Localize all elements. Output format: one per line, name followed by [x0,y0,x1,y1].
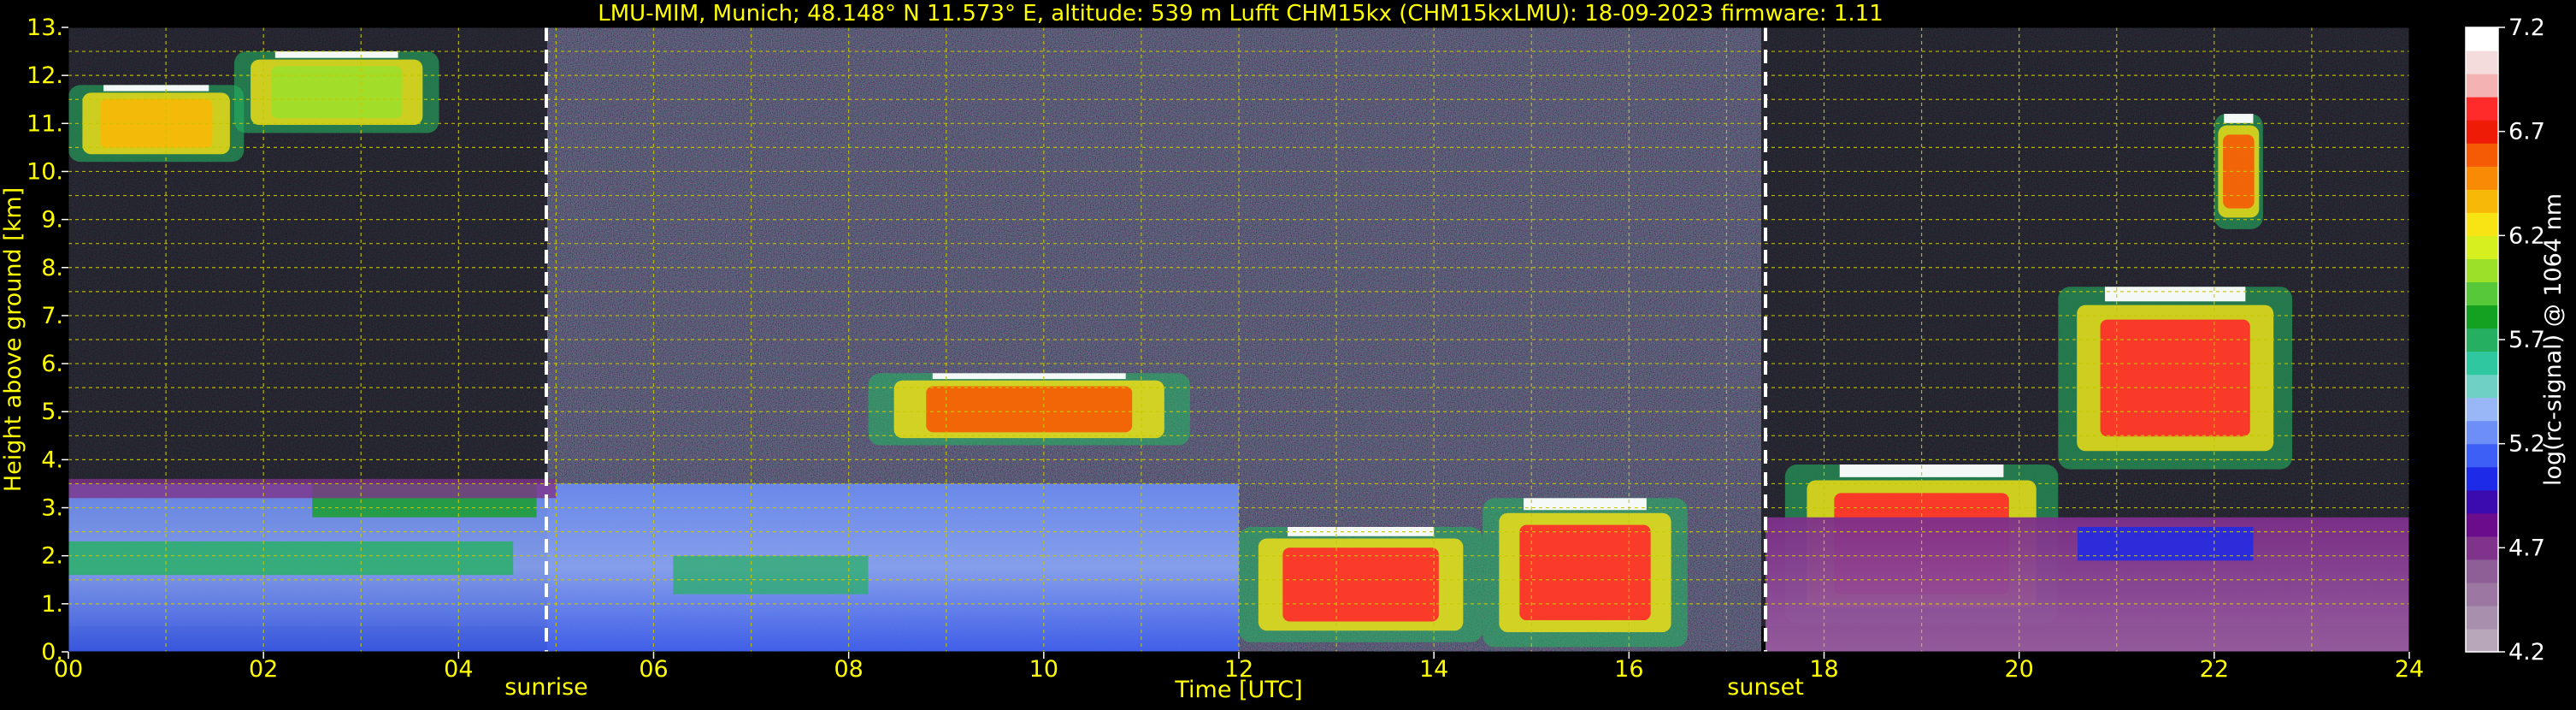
colorbar-segment [2466,351,2498,376]
y-tick-label: 12. [27,62,63,89]
cirrus-feature [233,51,439,133]
colorbar-tick-label: 4.2 [2508,639,2545,666]
ceilometer-chart: LMU-MIM, Munich; 48.148° N 11.573° E, al… [0,0,2576,707]
colorbar-segment [2466,628,2498,653]
chart-svg: LMU-MIM, Munich; 48.148° N 11.573° E, al… [0,1,2567,703]
colorbar-segment [2466,397,2498,422]
colorbar-segment [2466,443,2498,468]
x-tick-label: 16 [1614,656,1643,683]
y-tick-label: 1. [41,591,63,618]
y-tick-label: 11. [27,110,63,137]
colorbar-tick-label: 6.7 [2508,119,2545,145]
x-tick-label: 24 [2395,656,2424,683]
y-tick-label: 0. [41,639,63,666]
x-tick-label: 06 [639,656,668,683]
colorbar-segment [2466,143,2498,167]
colorbar-segment [2466,166,2498,190]
colorbar-segment [2466,374,2498,399]
colorbar-tick-label: 4.7 [2508,535,2545,561]
y-tick-label: 7. [41,303,63,329]
colorbar-segment [2466,466,2498,491]
colorbar-segment [2466,27,2498,51]
colorbar-segment [2466,420,2498,445]
cirrus-feature [68,85,245,163]
y-tick-label: 13. [27,15,63,41]
colorbar-segment [2466,74,2498,98]
x-tick-label: 08 [834,656,863,683]
colorbar-label: log(rc-signal) @ 1064 nm [2540,193,2567,486]
sunset-label: sunset [1727,674,1804,701]
y-tick-label: 9. [41,207,63,234]
colorbar-segment [2466,235,2498,259]
x-tick-label: 22 [2200,656,2229,683]
x-tick-label: 04 [444,656,473,683]
colorbar-segment [2466,258,2498,283]
y-tick-label: 8. [41,255,63,281]
residual-layer-feature [1765,517,2409,652]
x-tick-label: 18 [1809,656,1838,683]
colorbar-segment [2466,605,2498,630]
x-tick-label: 02 [249,656,278,683]
y-tick-label: 5. [41,399,63,425]
colorbar-segment [2466,120,2498,144]
colorbar-segment [2466,512,2498,537]
plot-area [68,27,2410,653]
colorbar-tick-label: 7.2 [2508,15,2545,41]
colorbar-segment [2466,212,2498,236]
cloud-feature [2058,287,2293,470]
colorbar-segment [2466,559,2498,583]
y-tick-label: 4. [41,447,63,473]
cloud-base-feature [1239,527,1483,642]
colorbar: 7.26.76.25.75.24.74.2 [2465,15,2545,666]
colorbar-segment [2466,535,2498,560]
colorbar-segment [2466,97,2498,121]
sunrise-label: sunrise [504,674,588,701]
x-tick-label: 10 [1029,656,1058,683]
y-tick-label: 3. [41,495,63,522]
x-tick-label: 20 [2004,656,2033,683]
y-tick-label: 2. [41,543,63,570]
colorbar-segment [2466,582,2498,606]
y-axis-ticks: 0. 1. 2. 3. 4. 5. 6. 7. 8. 9. 10. 11. 12. 13. [27,15,68,666]
colorbar-segment [2466,328,2498,352]
colorbar-segment [2466,281,2498,306]
cloud-base-feature [1483,498,1688,648]
chart-title: LMU-MIM, Munich; 48.148° N 11.573° E, al… [598,1,1883,27]
colorbar-segment [2466,50,2498,74]
y-tick-label: 10. [27,158,63,185]
x-tick-label: 14 [1419,656,1448,683]
colorbar-segment [2466,189,2498,213]
y-axis-label: Height above ground [km] [0,187,27,492]
x-axis-label: Time [UTC] [1174,677,1302,703]
colorbar-segment [2466,489,2498,514]
colorbar-segment [2466,305,2498,329]
y-tick-label: 6. [41,351,63,377]
